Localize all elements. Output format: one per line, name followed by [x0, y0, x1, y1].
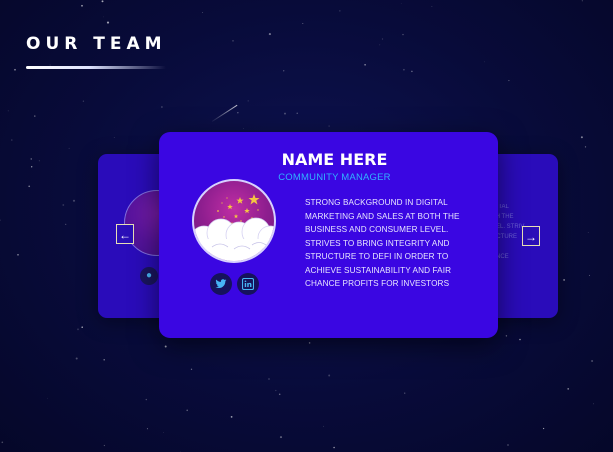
background-star — [584, 146, 587, 148]
background-star — [581, 0, 583, 2]
background-star — [302, 22, 304, 25]
background-star — [237, 112, 239, 114]
background-star — [106, 21, 110, 24]
background-star — [163, 431, 164, 433]
background-star — [505, 335, 508, 337]
background-star — [333, 446, 335, 449]
background-star — [296, 112, 298, 114]
background-star — [164, 345, 167, 348]
background-star — [190, 368, 193, 370]
background-star — [404, 392, 406, 394]
background-star — [308, 342, 311, 344]
night-sky-clouds-illustration — [194, 194, 274, 261]
background-star — [328, 125, 330, 127]
back-bio-line: TH THE — [492, 214, 514, 220]
background-star — [431, 6, 433, 7]
background-star — [328, 374, 331, 377]
background-star — [62, 204, 65, 206]
background-star — [1, 441, 4, 444]
background-star — [247, 100, 249, 102]
background-star — [186, 409, 188, 412]
title-underline — [26, 66, 166, 69]
background-star — [103, 444, 106, 447]
background-star — [381, 38, 384, 40]
section-title: OUR TEAM — [26, 34, 167, 54]
background-star — [146, 428, 148, 430]
background-star — [161, 106, 163, 108]
background-star — [17, 253, 19, 256]
linkedin-link[interactable] — [237, 273, 259, 295]
twitter-icon — [215, 279, 227, 289]
background-star — [268, 33, 271, 36]
background-star — [593, 403, 594, 405]
background-star — [278, 393, 281, 396]
member-bio: STRONG BACKGROUND IN DIGITAL MARKETING A… — [305, 198, 460, 288]
background-star — [81, 4, 83, 7]
background-star — [145, 398, 147, 401]
background-star — [14, 68, 16, 71]
background-star — [202, 12, 204, 13]
background-star — [567, 388, 570, 390]
background-star — [82, 100, 85, 102]
background-star — [65, 223, 67, 226]
background-star — [101, 0, 104, 3]
background-star — [364, 63, 366, 66]
background-star — [587, 232, 589, 233]
background-star — [77, 328, 79, 331]
background-star — [103, 359, 105, 361]
prev-member-button[interactable]: ← — [116, 224, 134, 244]
background-star — [81, 326, 83, 328]
arrow-right-icon: → — [525, 230, 537, 244]
background-star — [7, 110, 9, 112]
background-star — [379, 44, 381, 46]
team-card-active: NAME HERE COMMUNITY MANAGER STRONG BACKG… — [159, 132, 498, 338]
member-name: NAME HERE — [281, 150, 388, 169]
background-star — [400, 3, 402, 4]
background-star — [30, 158, 32, 160]
background-star — [28, 185, 31, 188]
background-star — [588, 274, 591, 276]
background-star — [46, 397, 48, 399]
back-bio-line: ANCE — [492, 254, 509, 260]
twitter-link[interactable] — [210, 273, 232, 295]
background-star — [243, 128, 244, 129]
background-star — [403, 68, 405, 71]
arrow-left-icon: ← — [119, 228, 131, 242]
background-star — [34, 115, 36, 117]
background-star — [580, 136, 583, 139]
background-star — [11, 139, 13, 141]
member-role: COMMUNITY MANAGER — [278, 172, 391, 183]
background-star — [284, 112, 286, 115]
background-star — [279, 436, 283, 439]
back-card-twitter-icon: ● — [140, 267, 158, 285]
back-bio-line: GITAL — [492, 204, 509, 210]
background-star — [232, 40, 234, 42]
background-star — [283, 70, 285, 72]
background-star — [508, 80, 510, 82]
background-star — [268, 378, 270, 380]
background-star — [402, 33, 404, 36]
background-star — [38, 160, 40, 162]
background-star — [339, 10, 341, 12]
background-star — [75, 357, 78, 360]
linkedin-icon — [242, 278, 254, 290]
background-star — [542, 427, 545, 430]
background-star — [103, 16, 104, 18]
background-star — [507, 444, 509, 446]
background-star — [323, 425, 325, 427]
background-star — [519, 338, 521, 341]
background-star — [31, 166, 33, 168]
background-star — [68, 147, 70, 149]
background-star — [113, 137, 115, 138]
background-star — [563, 278, 566, 281]
background-star — [591, 359, 594, 363]
background-star — [0, 219, 1, 221]
background-star — [230, 416, 233, 418]
background-star — [411, 70, 413, 73]
next-member-button[interactable]: → — [522, 226, 540, 246]
background-star — [275, 389, 277, 392]
member-avatar — [192, 179, 276, 263]
background-star — [484, 61, 486, 63]
background-star — [72, 199, 76, 202]
